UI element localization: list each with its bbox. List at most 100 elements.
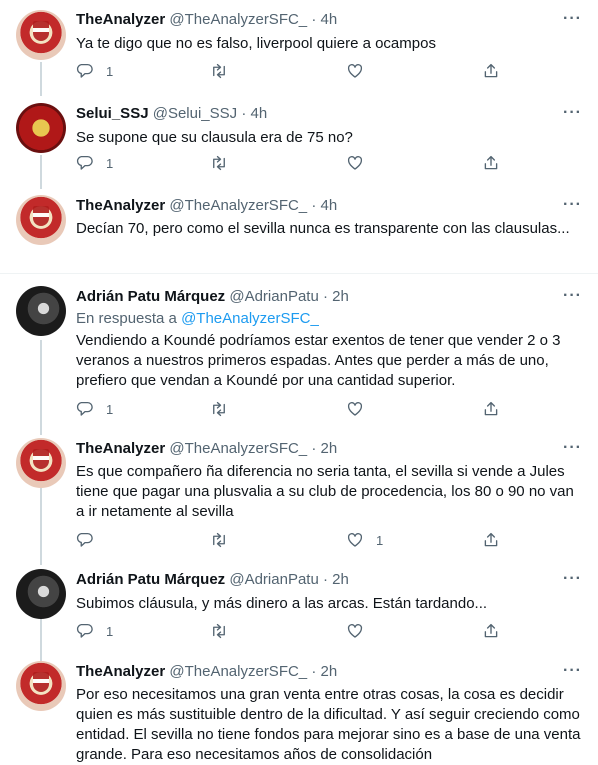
retweet-button[interactable] bbox=[210, 622, 228, 640]
reply-button[interactable]: 1 bbox=[76, 154, 113, 172]
tweet-header: Adrián Patu Márquez @AdrianPatu · 2h bbox=[76, 570, 349, 590]
reply-count: 1 bbox=[106, 401, 114, 417]
heart-icon bbox=[347, 624, 363, 638]
tweet-actions: 1 bbox=[76, 531, 516, 551]
author-handle[interactable]: @TheAnalyzerSFC_ bbox=[169, 440, 307, 457]
tweet-actions: 1 bbox=[76, 400, 516, 420]
retweet-icon bbox=[213, 63, 225, 79]
tweet-header: TheAnalyzer @TheAnalyzerSFC_ · 4h bbox=[76, 196, 337, 216]
reply-icon bbox=[76, 155, 93, 170]
tweet[interactable]: TheAnalyzer @TheAnalyzerSFC_ · 2h ··· Es… bbox=[0, 434, 598, 564]
tweet-header: TheAnalyzer @TheAnalyzerSFC_ · 2h bbox=[76, 439, 337, 459]
tweet[interactable]: Adrián Patu Márquez @AdrianPatu · 2h ···… bbox=[0, 564, 598, 656]
like-button[interactable] bbox=[346, 622, 364, 640]
author-handle[interactable]: @TheAnalyzerSFC_ bbox=[169, 197, 307, 214]
author-name[interactable]: Adrián Patu Márquez bbox=[76, 288, 225, 305]
share-button[interactable] bbox=[482, 62, 500, 80]
share-icon bbox=[484, 623, 498, 638]
author-handle[interactable]: @AdrianPatu bbox=[229, 571, 318, 588]
tweet-text: Subimos cláusula, y más dinero a las arc… bbox=[76, 595, 488, 612]
avatar[interactable] bbox=[16, 103, 66, 153]
retweet-button[interactable] bbox=[210, 62, 228, 80]
retweet-icon bbox=[213, 532, 225, 548]
author-handle[interactable]: @Selui_SSJ bbox=[153, 105, 237, 122]
tweet-text: Se supone que su clausula era de 75 no? bbox=[76, 129, 353, 146]
more-icon[interactable]: ··· bbox=[563, 197, 582, 213]
reply-count: 1 bbox=[106, 623, 114, 639]
separator: · bbox=[322, 288, 328, 305]
author-name[interactable]: Selui_SSJ bbox=[76, 105, 149, 122]
reply-handle-link[interactable]: @TheAnalyzerSFC_ bbox=[181, 310, 319, 327]
author-handle[interactable]: @TheAnalyzerSFC_ bbox=[169, 11, 307, 28]
retweet-button[interactable] bbox=[210, 400, 228, 418]
tweet-header: TheAnalyzer @TheAnalyzerSFC_ · 2h bbox=[76, 662, 337, 682]
tweet-time[interactable]: 2h bbox=[321, 663, 338, 680]
more-icon[interactable]: ··· bbox=[563, 571, 582, 587]
share-button[interactable] bbox=[482, 154, 500, 172]
share-icon bbox=[484, 155, 498, 170]
author-name[interactable]: TheAnalyzer bbox=[76, 663, 165, 680]
share-icon bbox=[484, 401, 498, 416]
avatar[interactable] bbox=[16, 438, 66, 488]
heart-icon bbox=[347, 533, 363, 547]
like-button[interactable]: 1 bbox=[346, 531, 383, 549]
heart-icon bbox=[347, 402, 363, 416]
author-name[interactable]: TheAnalyzer bbox=[76, 197, 165, 214]
share-button[interactable] bbox=[482, 531, 500, 549]
more-icon[interactable]: ··· bbox=[563, 440, 582, 456]
tweet-header: Adrián Patu Márquez @AdrianPatu · 2h bbox=[76, 287, 349, 307]
tweet-time[interactable]: 4h bbox=[321, 11, 338, 28]
tweet[interactable]: TheAnalyzer @TheAnalyzerSFC_ · 4h ··· Ya… bbox=[0, 0, 598, 96]
author-name[interactable]: Adrián Patu Márquez bbox=[76, 571, 225, 588]
reply-button[interactable]: 1 bbox=[76, 400, 113, 418]
tweet-time[interactable]: 4h bbox=[321, 197, 338, 214]
heart-icon bbox=[347, 156, 363, 170]
tweet-text: Por eso necesitamos una gran venta entre… bbox=[76, 686, 581, 763]
reply-button[interactable]: 1 bbox=[76, 622, 113, 640]
author-handle[interactable]: @TheAnalyzerSFC_ bbox=[169, 663, 307, 680]
separator: · bbox=[241, 105, 247, 122]
tweet-time[interactable]: 2h bbox=[332, 571, 349, 588]
tweet[interactable]: Adrián Patu Márquez @AdrianPatu · 2h ···… bbox=[0, 274, 598, 434]
reply-icon bbox=[76, 401, 93, 416]
reply-button[interactable] bbox=[76, 531, 94, 549]
reply-icon bbox=[76, 623, 93, 638]
share-icon bbox=[484, 63, 498, 78]
avatar[interactable] bbox=[16, 661, 66, 711]
avatar[interactable] bbox=[16, 10, 66, 60]
retweet-button[interactable] bbox=[210, 531, 228, 549]
more-icon[interactable]: ··· bbox=[563, 288, 582, 304]
share-button[interactable] bbox=[482, 400, 500, 418]
like-button[interactable] bbox=[346, 400, 364, 418]
like-button[interactable] bbox=[346, 62, 364, 80]
more-icon[interactable]: ··· bbox=[563, 663, 582, 679]
retweet-button[interactable] bbox=[210, 154, 228, 172]
reply-icon bbox=[76, 532, 93, 547]
more-icon[interactable]: ··· bbox=[563, 105, 582, 121]
tweet[interactable]: TheAnalyzer @TheAnalyzerSFC_ · 4h ··· De… bbox=[0, 188, 598, 272]
separator: · bbox=[311, 663, 317, 680]
tweet-time[interactable]: 4h bbox=[251, 105, 268, 122]
avatar[interactable] bbox=[16, 195, 66, 245]
separator: · bbox=[311, 197, 317, 214]
author-name[interactable]: TheAnalyzer bbox=[76, 11, 165, 28]
tweet-time[interactable]: 2h bbox=[332, 288, 349, 305]
tweet-time[interactable]: 2h bbox=[321, 440, 338, 457]
like-button[interactable] bbox=[346, 154, 364, 172]
tweet-actions: 1 bbox=[76, 154, 516, 174]
reply-icon bbox=[76, 63, 93, 78]
share-icon bbox=[484, 532, 498, 547]
tweet[interactable]: Selui_SSJ @Selui_SSJ · 4h ··· Se supone … bbox=[0, 96, 598, 188]
reply-button[interactable]: 1 bbox=[76, 62, 113, 80]
more-icon[interactable]: ··· bbox=[563, 11, 582, 27]
avatar[interactable] bbox=[16, 569, 66, 619]
separator: · bbox=[311, 11, 317, 28]
separator: · bbox=[311, 440, 317, 457]
share-button[interactable] bbox=[482, 622, 500, 640]
reply-prefix: En respuesta a bbox=[76, 310, 177, 327]
avatar[interactable] bbox=[16, 286, 66, 336]
tweet[interactable]: TheAnalyzer @TheAnalyzerSFC_ · 2h ··· Po… bbox=[0, 656, 598, 764]
tweet-header: Selui_SSJ @Selui_SSJ · 4h bbox=[76, 104, 267, 124]
author-name[interactable]: TheAnalyzer bbox=[76, 440, 165, 457]
author-handle[interactable]: @AdrianPatu bbox=[229, 288, 318, 305]
